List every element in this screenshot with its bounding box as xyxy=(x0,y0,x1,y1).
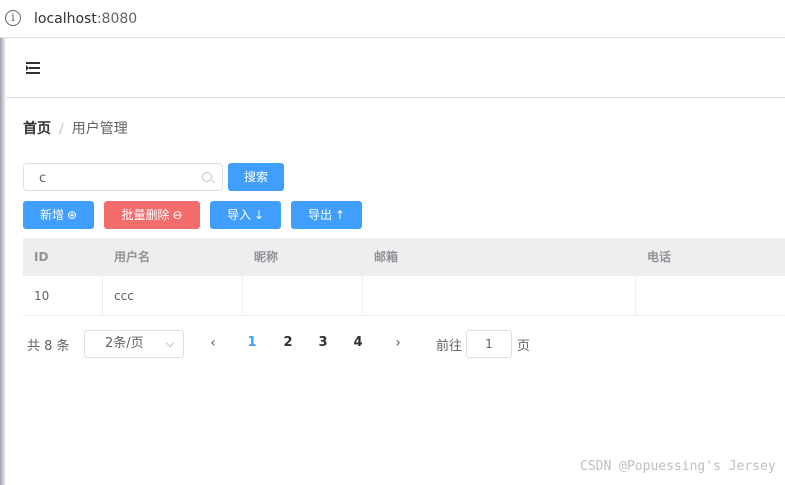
chevron-down-icon xyxy=(165,338,175,348)
search-input[interactable] xyxy=(39,169,199,187)
batch-delete-button-label: 批量删除 xyxy=(121,208,170,222)
arrow-down-icon: ↓ xyxy=(253,208,265,222)
sidebar-edge xyxy=(0,38,6,485)
next-page-icon[interactable]: › xyxy=(391,335,405,351)
browser-address-bar: i localhost:8080 xyxy=(0,0,785,38)
import-button[interactable]: 导入 ↓ xyxy=(210,201,281,229)
cell-phone xyxy=(636,276,785,315)
import-button-label: 导入 xyxy=(226,208,251,222)
table-header: ID 用户名 昵称 邮箱 电话 xyxy=(23,238,785,276)
cell-email xyxy=(363,276,636,315)
batch-delete-button[interactable]: 批量删除 ⊖ xyxy=(104,201,200,229)
page-4[interactable]: 4 xyxy=(349,335,367,350)
breadcrumb-home[interactable]: 首页 xyxy=(23,121,51,137)
cell-nickname xyxy=(243,276,363,315)
page-size-value: 2条/页 xyxy=(105,336,144,351)
column-header-nickname[interactable]: 昵称 xyxy=(243,238,363,275)
page-1[interactable]: 1 xyxy=(243,335,261,350)
url-host: localhost xyxy=(34,11,97,27)
top-header xyxy=(6,38,785,98)
search-button-label: 搜索 xyxy=(243,170,268,184)
cell-id: 10 xyxy=(23,276,103,315)
column-header-email[interactable]: 邮箱 xyxy=(363,238,636,275)
circle-plus-icon: ⊕ xyxy=(66,208,78,222)
breadcrumb-separator: / xyxy=(59,121,64,137)
address-url[interactable]: localhost:8080 xyxy=(34,11,137,27)
add-button[interactable]: 新增 ⊕ xyxy=(23,201,94,229)
prev-page-icon[interactable]: ‹ xyxy=(206,335,220,351)
add-button-label: 新增 xyxy=(39,208,64,222)
site-info-icon[interactable]: i xyxy=(5,10,21,26)
breadcrumb: 首页 / 用户管理 xyxy=(23,118,128,138)
url-port: :8080 xyxy=(96,11,138,27)
column-header-username[interactable]: 用户名 xyxy=(103,238,243,275)
arrow-up-icon: ↑ xyxy=(334,208,346,222)
collapse-menu-icon[interactable] xyxy=(26,62,40,74)
circle-minus-icon: ⊖ xyxy=(172,208,183,222)
column-header-id[interactable]: ID xyxy=(23,238,103,275)
goto-label: 前往 xyxy=(436,339,463,354)
search-field[interactable] xyxy=(23,163,223,191)
breadcrumb-current: 用户管理 xyxy=(71,121,128,137)
search-button[interactable]: 搜索 xyxy=(228,163,284,191)
export-button[interactable]: 导出 ↑ xyxy=(291,201,362,229)
cell-username: ccc xyxy=(103,276,243,315)
page-3[interactable]: 3 xyxy=(314,335,332,350)
watermark: CSDN @Popuessing's Jersey xyxy=(580,459,776,474)
page-size-select[interactable]: 2条/页 xyxy=(84,330,184,358)
search-icon xyxy=(202,172,212,182)
page-2[interactable]: 2 xyxy=(279,335,297,350)
table-row[interactable]: 10 ccc xyxy=(23,276,785,316)
pagination-total: 共 8 条 xyxy=(27,339,70,354)
export-button-label: 导出 xyxy=(307,208,332,222)
pagination: 共 8 条 2条/页 ‹ 1 2 3 4 › 前往 1 页 xyxy=(23,330,785,358)
goto-page-input[interactable]: 1 xyxy=(466,330,512,358)
column-header-phone[interactable]: 电话 xyxy=(636,238,785,275)
page-suffix-label: 页 xyxy=(517,339,531,354)
